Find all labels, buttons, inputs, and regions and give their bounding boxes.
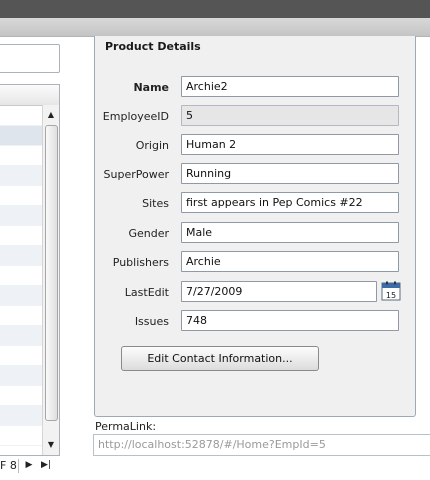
field-label-issues: Issues — [134, 315, 169, 328]
triangle-down-icon[interactable]: ▼ — [43, 438, 59, 452]
lastedit-date-field[interactable]: 7/27/2009 — [181, 281, 377, 302]
table-row[interactable] — [0, 186, 42, 206]
toolbar-strip — [0, 18, 430, 37]
table-row[interactable] — [0, 426, 42, 446]
table-row[interactable] — [0, 386, 42, 406]
table-row[interactable] — [0, 266, 42, 286]
field-label-superpower: SuperPower — [103, 168, 169, 181]
table-row[interactable] — [0, 326, 42, 346]
search-input[interactable] — [0, 44, 60, 73]
pager-divider — [18, 459, 19, 473]
field-label-origin: Origin — [135, 139, 169, 152]
table-row[interactable] — [0, 106, 42, 126]
title-bar — [0, 0, 430, 18]
grid-scrollbar[interactable]: ▲ ▼ — [42, 105, 59, 455]
sites-field[interactable]: first appears in Pep Comics #22 — [181, 192, 399, 213]
skip-end-icon[interactable]: ▶| — [39, 458, 53, 473]
field-label-gender: Gender — [128, 227, 169, 240]
issues-field[interactable]: 748 — [181, 310, 399, 331]
edit-contact-button[interactable]: Edit Contact Information... — [121, 346, 319, 371]
panel-title: Product Details — [105, 40, 201, 53]
table-row[interactable] — [0, 366, 42, 386]
origin-field[interactable]: Human 2 — [181, 134, 399, 155]
scrollbar-thumb[interactable] — [45, 125, 58, 421]
publishers-field[interactable]: Archie — [181, 251, 399, 272]
name-field[interactable]: Archie2 — [181, 76, 399, 97]
field-label-name: Name — [133, 81, 169, 94]
table-row[interactable] — [0, 126, 42, 146]
table-row[interactable] — [0, 146, 42, 166]
grid-header[interactable] — [0, 85, 59, 106]
employee-grid[interactable]: ▲ ▼ — [0, 84, 60, 456]
table-row[interactable] — [0, 346, 42, 366]
gender-field[interactable]: Male — [181, 222, 399, 243]
field-label-employeeid: EmployeeID — [102, 110, 169, 123]
table-row[interactable] — [0, 166, 42, 186]
triangle-up-icon[interactable]: ▲ — [43, 108, 59, 122]
table-row[interactable] — [0, 226, 42, 246]
calendar-day-text: 15 — [386, 291, 396, 300]
table-row[interactable] — [0, 206, 42, 226]
field-label-lastedit: LastEdit — [124, 286, 169, 299]
play-icon[interactable]: ▶ — [22, 458, 36, 473]
table-row[interactable] — [0, 246, 42, 266]
table-row[interactable] — [0, 286, 42, 306]
table-row[interactable] — [0, 306, 42, 326]
product-details-panel: Product Details Name Archie2 EmployeeID … — [94, 36, 416, 417]
table-row[interactable] — [0, 406, 42, 426]
field-label-sites: Sites — [142, 197, 169, 210]
pager-page-count: F 8 — [0, 459, 17, 472]
field-label-publishers: Publishers — [112, 256, 169, 269]
permalink-field[interactable]: http://localhost:52878/#/Home?EmpId=5 — [93, 434, 430, 456]
superpower-field[interactable]: Running — [181, 163, 399, 184]
employeeid-field: 5 — [181, 105, 399, 126]
grid-pager: F 8 ▶ ▶| — [0, 456, 58, 476]
permalink-label: PermaLink: — [95, 420, 157, 433]
calendar-icon[interactable]: 15 — [381, 281, 401, 301]
